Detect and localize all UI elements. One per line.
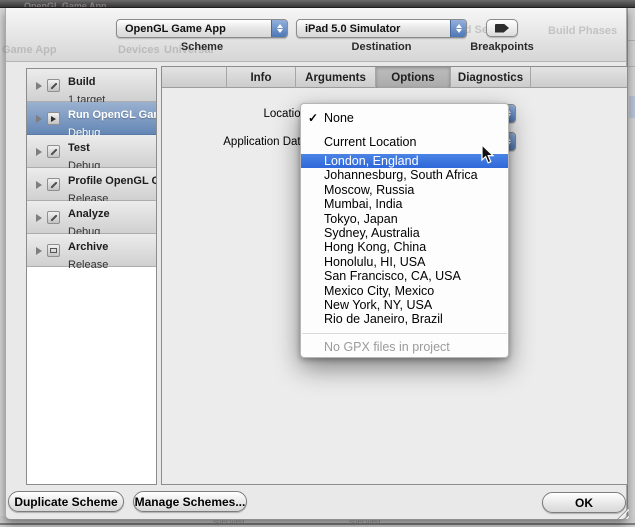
menu-item-city[interactable]: New York, NY, USA [301, 298, 508, 312]
scrollbar-thumb [629, 96, 635, 118]
breakpoints-toggle-button[interactable] [486, 19, 518, 37]
tab-arguments[interactable]: Arguments [296, 67, 376, 88]
menu-item-city[interactable]: Mexico City, Mexico [301, 284, 508, 298]
background-window-titlebar: OpenGL Game App [0, 0, 635, 8]
location-dropdown-menu: ✓ None Current Location London, England … [300, 103, 509, 358]
sidebar-item-title: Run OpenGL Gam... [68, 109, 157, 121]
menu-item-city[interactable]: Johannesburg, South Africa [301, 168, 508, 182]
disclosure-triangle-icon[interactable] [36, 214, 42, 222]
disclosure-triangle-icon[interactable] [36, 148, 42, 156]
background-window-title: OpenGL Game App [24, 1, 107, 8]
breakpoints-label: Breakpoints [454, 41, 550, 53]
cursor-pointer-icon [481, 144, 495, 164]
menu-item-city[interactable]: Mumbai, India [301, 197, 508, 211]
scheme-actions-sidebar: Build 1 target Run OpenGL Gam... Debug T… [26, 68, 157, 485]
checkmark-icon: ✓ [308, 111, 318, 125]
popup-stepper-icon [450, 20, 466, 37]
tab-options[interactable]: Options [376, 67, 451, 88]
application-data-label: Application Data [162, 136, 307, 148]
background-divider [0, 523, 635, 525]
menu-item-city[interactable]: Moscow, Russia [301, 183, 508, 197]
menu-separator [302, 333, 507, 334]
scheme-label: Scheme [116, 41, 288, 53]
scrollbar-line [628, 40, 635, 41]
sheet-toolbar: Game App Devices Universal Build Setting… [6, 8, 626, 62]
menu-item-city[interactable]: Tokyo, Japan [301, 212, 508, 226]
sidebar-item-analyze[interactable]: Analyze Debug [27, 201, 156, 234]
duplicate-scheme-button[interactable]: Duplicate Scheme [8, 491, 124, 512]
archive-icon [47, 244, 60, 257]
test-icon [47, 145, 60, 158]
sidebar-item-title: Archive [68, 241, 108, 253]
disclosure-triangle-icon[interactable] [36, 181, 42, 189]
ok-button[interactable]: OK [542, 492, 626, 513]
sidebar-item-title: Test [68, 142, 90, 154]
build-icon [47, 79, 60, 92]
menu-item-city[interactable]: Sydney, Australia [301, 226, 508, 240]
city-list: London, England Johannesburg, South Afri… [301, 154, 508, 327]
tab-bar: Info Arguments Options Diagnostics [162, 67, 627, 88]
analyze-icon [47, 211, 60, 224]
sidebar-item-subtitle: Release [68, 259, 108, 271]
xcode-scheme-sheet: OpenGL Game App specified specified Game… [0, 0, 635, 527]
menu-item-city[interactable]: London, England [301, 154, 508, 168]
tab-diagnostics[interactable]: Diagnostics [451, 67, 531, 88]
background-faint-text: Build Phases [548, 25, 617, 37]
profile-icon [47, 178, 60, 191]
sidebar-item-build[interactable]: Build 1 target [27, 69, 156, 102]
destination-popup[interactable]: iPad 5.0 Simulator [296, 19, 467, 38]
destination-popup-value: iPad 5.0 Simulator [297, 23, 450, 35]
background-scrollbar [627, 8, 635, 527]
sidebar-item-title: Build [68, 76, 96, 88]
sidebar-item-archive[interactable]: Archive Release [27, 234, 156, 267]
scheme-popup[interactable]: OpenGL Game App [116, 19, 288, 38]
manage-schemes-button[interactable]: Manage Schemes... [133, 491, 247, 512]
background-faint-text: Game App [2, 44, 57, 56]
scrollbar-line [628, 66, 635, 67]
menu-item-current-location[interactable]: Current Location [301, 130, 508, 154]
run-icon [47, 112, 60, 125]
scheme-popup-value: OpenGL Game App [117, 23, 271, 35]
menu-item-city[interactable]: Rio de Janeiro, Brazil [301, 312, 508, 326]
disclosure-triangle-icon[interactable] [36, 247, 42, 255]
breakpoint-arrow-icon [495, 24, 509, 33]
menu-item-none[interactable]: ✓ None [301, 106, 508, 130]
sidebar-item-title: Analyze [68, 208, 110, 220]
disclosure-triangle-icon[interactable] [36, 82, 42, 90]
menu-footer-disabled: No GPX files in project [301, 339, 508, 355]
menu-item-city[interactable]: Hong Kong, China [301, 240, 508, 254]
scheme-editor-sheet: Game App Devices Universal Build Setting… [5, 8, 627, 520]
location-label: Location [162, 108, 307, 120]
tab-info[interactable]: Info [226, 67, 296, 88]
sidebar-item-title: Profile OpenGL Ga... [68, 175, 157, 187]
disclosure-triangle-icon[interactable] [36, 115, 42, 123]
sidebar-item-test[interactable]: Test Debug [27, 135, 156, 168]
popup-stepper-icon [271, 20, 287, 37]
menu-item-city[interactable]: Honolulu, HI, USA [301, 255, 508, 269]
destination-label: Destination [296, 41, 467, 53]
sidebar-item-profile[interactable]: Profile OpenGL Ga... Release [27, 168, 156, 201]
menu-item-city[interactable]: San Francisco, CA, USA [301, 269, 508, 283]
sidebar-item-run[interactable]: Run OpenGL Gam... Debug [27, 102, 156, 135]
